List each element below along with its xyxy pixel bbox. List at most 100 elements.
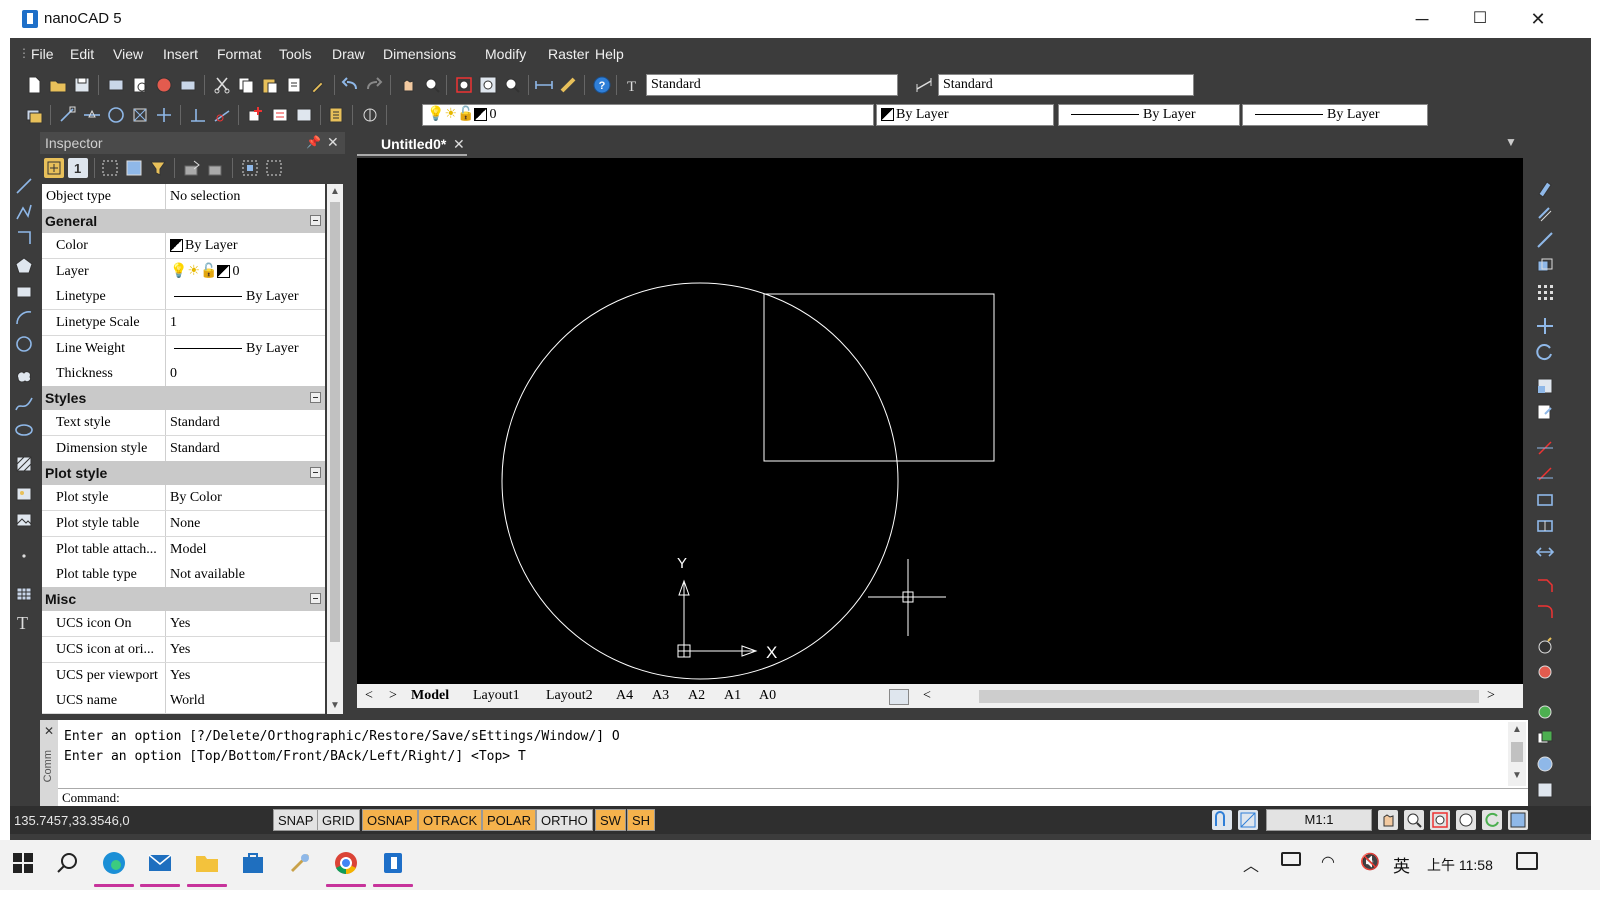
- text-style-icon[interactable]: T: [624, 75, 644, 95]
- line-tool-icon[interactable]: [14, 176, 34, 196]
- zoom-extents-icon[interactable]: [478, 75, 498, 95]
- collapse-icon[interactable]: [310, 392, 321, 403]
- snap-endpoint-icon[interactable]: [58, 105, 78, 125]
- menu-raster[interactable]: Raster: [548, 46, 589, 62]
- export-properties-icon[interactable]: [182, 158, 202, 178]
- scrollbar-thumb[interactable]: [330, 202, 340, 642]
- drawing-canvas[interactable]: Y X: [357, 158, 1523, 684]
- hscroll-right-icon[interactable]: >: [1487, 686, 1495, 706]
- paper-space-icon[interactable]: [1238, 810, 1258, 830]
- sh-toggle[interactable]: SH: [627, 809, 656, 831]
- layer-tool-icon[interactable]: [1535, 728, 1555, 748]
- snap-toggle[interactable]: SNAP: [273, 809, 319, 831]
- cut-icon[interactable]: [212, 75, 232, 95]
- fillet-tool-icon[interactable]: [1535, 600, 1555, 620]
- tab-a3[interactable]: A3: [652, 686, 669, 706]
- drawn-circle[interactable]: [501, 282, 899, 680]
- new-file-icon[interactable]: [24, 75, 44, 95]
- publish-icon[interactable]: [154, 75, 174, 95]
- speaker-muted-icon[interactable]: 🔇: [1360, 852, 1380, 872]
- arc-tool-icon[interactable]: [14, 308, 34, 328]
- measure-icon[interactable]: [558, 75, 578, 95]
- property-value[interactable]: No selection: [168, 184, 325, 209]
- menu-edit[interactable]: Edit: [70, 46, 94, 62]
- insert-block-icon[interactable]: [246, 105, 266, 125]
- file-explorer-icon[interactable]: [194, 850, 220, 876]
- app-pinned-icon[interactable]: [287, 850, 313, 876]
- property-value[interactable]: World: [168, 688, 325, 713]
- copy-tool-icon[interactable]: [1535, 204, 1555, 224]
- pickadd-icon[interactable]: 1: [68, 158, 88, 178]
- array-tool-icon[interactable]: [1535, 282, 1555, 302]
- scroll-up-icon[interactable]: ▲: [330, 186, 340, 197]
- chevron-up-icon[interactable]: ︿: [1243, 852, 1259, 876]
- minimize-button[interactable]: ─: [1393, 0, 1451, 38]
- document-tab[interactable]: Untitled0* ✕: [357, 132, 467, 156]
- select-add-icon[interactable]: [44, 158, 64, 178]
- snap-center-icon[interactable]: [106, 105, 126, 125]
- batch-plot-icon[interactable]: [178, 75, 198, 95]
- property-value[interactable]: Not available: [168, 562, 325, 587]
- layer-combo[interactable]: 💡☀🔓 0: [422, 104, 874, 126]
- ortho-toggle[interactable]: ORTHO: [536, 809, 593, 831]
- sw-toggle[interactable]: SW: [595, 809, 626, 831]
- point-tool-icon[interactable]: [14, 546, 34, 566]
- zoom-extents-status-icon[interactable]: [1456, 810, 1476, 830]
- pan-status-icon[interactable]: [1378, 810, 1398, 830]
- close-button[interactable]: ✕: [1509, 0, 1567, 38]
- properties-tool-icon[interactable]: [1535, 662, 1555, 682]
- inspector-close-icon[interactable]: ✕: [327, 134, 339, 151]
- help-icon[interactable]: ?: [592, 75, 612, 95]
- tab-a2[interactable]: A2: [688, 686, 705, 706]
- property-value[interactable]: By Color: [168, 485, 325, 510]
- property-value[interactable]: 1: [168, 310, 325, 335]
- regen-icon[interactable]: [1482, 810, 1502, 830]
- pan-icon[interactable]: [398, 75, 418, 95]
- tab-a1[interactable]: A1: [724, 686, 741, 706]
- group-tool-icon[interactable]: [1535, 702, 1555, 722]
- scrollbar-thumb[interactable]: [1511, 742, 1523, 762]
- property-value[interactable]: 💡☀🔓 0: [168, 259, 325, 284]
- tab-scroll-right-icon[interactable]: >: [389, 686, 397, 706]
- model-space-icon[interactable]: [1212, 810, 1232, 830]
- windows-start-icon[interactable]: [10, 850, 36, 876]
- snap-intersection-icon[interactable]: [154, 105, 174, 125]
- command-close-icon[interactable]: ✕: [44, 724, 54, 738]
- fullscreen-icon[interactable]: [1508, 810, 1528, 830]
- layer-state-icon[interactable]: [360, 105, 380, 125]
- command-scrollbar[interactable]: ▲ ▼: [1508, 722, 1526, 786]
- external-reference-icon[interactable]: [294, 105, 314, 125]
- break-tool-icon[interactable]: [1535, 490, 1555, 510]
- revision-cloud-tool-icon[interactable]: [14, 366, 34, 386]
- collapse-icon[interactable]: [310, 215, 321, 226]
- polar-toggle[interactable]: POLAR: [482, 809, 537, 831]
- rectangle-tool-icon[interactable]: [14, 282, 34, 302]
- tab-a4[interactable]: A4: [616, 686, 633, 706]
- system-clock[interactable]: 上午 11:58: [1427, 855, 1493, 875]
- menu-insert[interactable]: Insert: [163, 46, 198, 62]
- polygon-tool-icon[interactable]: [14, 256, 34, 276]
- region-tool-icon[interactable]: [1535, 754, 1555, 774]
- tab-layout1[interactable]: Layout1: [473, 686, 520, 706]
- property-value[interactable]: Standard: [168, 436, 325, 461]
- horizontal-scrollbar-thumb[interactable]: [979, 690, 1479, 703]
- input-method-indicator[interactable]: 英: [1393, 852, 1410, 877]
- distance-icon[interactable]: [534, 75, 554, 95]
- menu-view[interactable]: View: [113, 46, 143, 62]
- hscroll-left-icon[interactable]: <: [923, 686, 931, 706]
- menu-file[interactable]: File: [31, 46, 54, 62]
- select-all-icon[interactable]: [240, 158, 260, 178]
- text-tool-icon[interactable]: T: [14, 612, 34, 633]
- plot-icon[interactable]: [106, 75, 126, 95]
- snap-perpendicular-icon[interactable]: [188, 105, 208, 125]
- maximize-button[interactable]: ☐: [1451, 0, 1509, 38]
- notification-center-icon[interactable]: [1516, 852, 1538, 870]
- offset-tool-icon[interactable]: [1535, 256, 1555, 276]
- close-tab-icon[interactable]: ✕: [453, 132, 465, 156]
- scale-tool-icon[interactable]: [1535, 376, 1555, 396]
- table-tool-icon[interactable]: [14, 584, 34, 604]
- property-value[interactable]: Standard: [168, 410, 325, 435]
- insert-image-tool-icon[interactable]: [14, 484, 34, 504]
- ellipse-tool-icon[interactable]: [14, 420, 34, 440]
- group-misc[interactable]: Misc: [42, 587, 325, 611]
